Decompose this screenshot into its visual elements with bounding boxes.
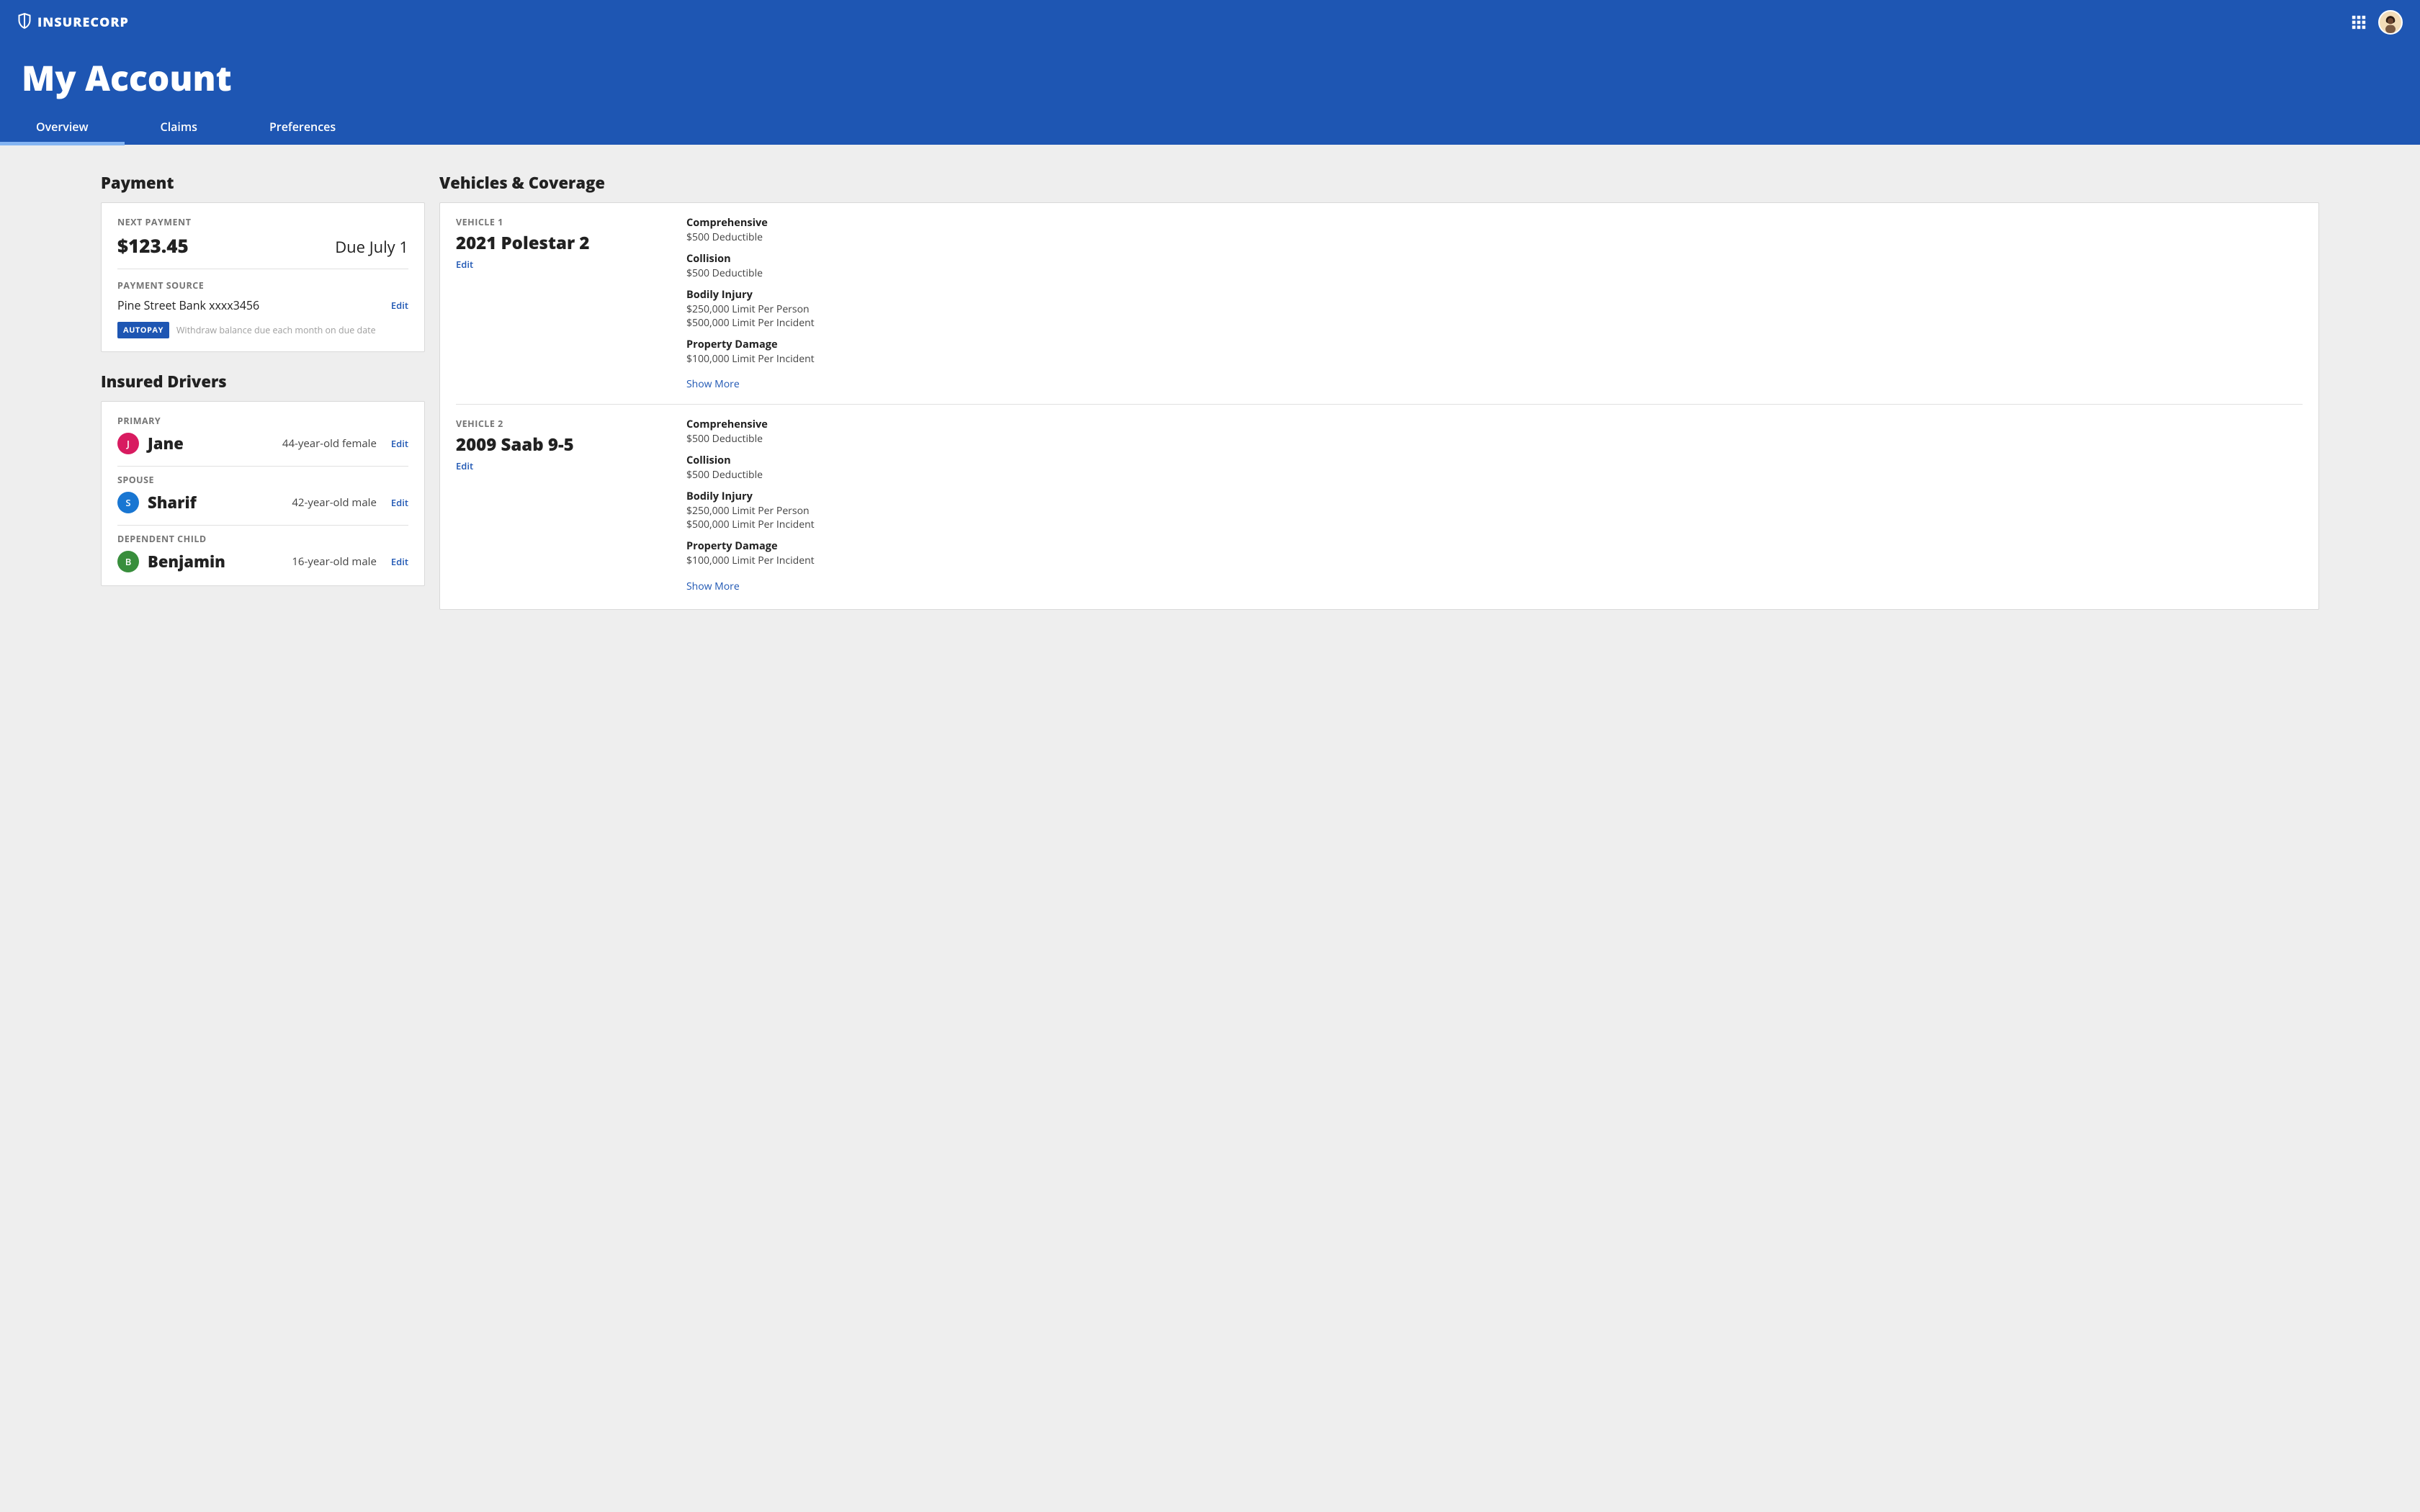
app-header: INSURECORP My Account Overview — [0, 0, 2420, 145]
vehicles-section-title: Vehicles & Coverage — [439, 172, 2319, 194]
driver-block: DEPENDENT CHILD B Benjamin 16-year-old m… — [117, 526, 408, 572]
coverage-detail: $100,000 Limit Per Incident — [686, 353, 2303, 366]
driver-role: SPOUSE — [117, 474, 408, 486]
main-content: Payment NEXT PAYMENT $123.45 Due July 1 … — [0, 145, 2420, 637]
shield-logo-icon — [17, 12, 32, 33]
vehicle-name: 2021 Polestar 2 — [456, 231, 665, 255]
coverage-item: Property Damage $100,000 Limit Per Incid… — [686, 539, 2303, 568]
payment-amount: $123.45 — [117, 233, 189, 258]
driver-name: Jane — [148, 433, 184, 454]
next-payment-label: NEXT PAYMENT — [117, 216, 408, 228]
payment-section-title: Payment — [101, 172, 425, 194]
vehicle-label: VEHICLE 2 — [456, 418, 665, 430]
vehicle-block: VEHICLE 1 2021 Polestar 2 Edit Comprehen… — [456, 216, 2303, 405]
driver-role: PRIMARY — [117, 415, 408, 427]
driver-name: Sharif — [148, 492, 197, 513]
coverage-item: Comprehensive $500 Deductible — [686, 418, 2303, 446]
driver-avatar-initial: S — [117, 492, 139, 513]
driver-block: SPOUSE S Sharif 42-year-old male Edit — [117, 467, 408, 526]
edit-driver-link[interactable]: Edit — [391, 437, 408, 450]
drivers-section-title: Insured Drivers — [101, 371, 425, 392]
right-column: Vehicles & Coverage VEHICLE 1 2021 Poles… — [439, 172, 2319, 610]
coverage-title: Bodily Injury — [686, 490, 2303, 503]
tab-claims[interactable]: Claims — [125, 109, 233, 145]
drivers-section: Insured Drivers PRIMARY J Jane 44-year-o… — [101, 371, 425, 586]
payment-source-label: PAYMENT SOURCE — [117, 279, 408, 292]
brand[interactable]: INSURECORP — [17, 12, 129, 33]
brand-text: INSURECORP — [37, 14, 129, 31]
coverage-detail: $500 Deductible — [686, 267, 2303, 281]
driver-avatar-initial: B — [117, 551, 139, 572]
avatar[interactable] — [2378, 10, 2403, 35]
coverage-detail: $250,000 Limit Per Person$500,000 Limit … — [686, 505, 2303, 532]
coverage-item: Comprehensive $500 Deductible — [686, 216, 2303, 245]
edit-vehicle-link[interactable]: Edit — [456, 459, 473, 472]
coverage-detail: $500 Deductible — [686, 231, 2303, 245]
page-title: My Account — [0, 39, 2420, 109]
autopay-description: Withdraw balance due each month on due d… — [176, 324, 376, 336]
apps-grid-icon[interactable] — [2351, 14, 2367, 30]
coverage-title: Comprehensive — [686, 216, 2303, 230]
topbar: INSURECORP — [0, 0, 2420, 39]
edit-payment-source-link[interactable]: Edit — [391, 299, 408, 312]
coverage-title: Property Damage — [686, 539, 2303, 553]
tabs: Overview Claims Preferences — [0, 109, 2420, 145]
tab-overview[interactable]: Overview — [0, 109, 125, 145]
coverage-item: Collision $500 Deductible — [686, 454, 2303, 482]
coverage-title: Collision — [686, 454, 2303, 467]
coverage-detail: $250,000 Limit Per Person$500,000 Limit … — [686, 303, 2303, 330]
coverage-title: Collision — [686, 252, 2303, 266]
show-more-coverage-link[interactable]: Show More — [686, 377, 740, 391]
driver-role: DEPENDENT CHILD — [117, 533, 408, 545]
driver-name: Benjamin — [148, 551, 225, 572]
drivers-card: PRIMARY J Jane 44-year-old female Edit S… — [101, 401, 425, 586]
vehicles-section: Vehicles & Coverage VEHICLE 1 2021 Poles… — [439, 172, 2319, 610]
coverage-detail: $500 Deductible — [686, 433, 2303, 446]
left-column: Payment NEXT PAYMENT $123.45 Due July 1 … — [101, 172, 425, 586]
coverage-item: Bodily Injury $250,000 Limit Per Person$… — [686, 490, 2303, 532]
coverage-item: Property Damage $100,000 Limit Per Incid… — [686, 338, 2303, 366]
coverage-title: Property Damage — [686, 338, 2303, 351]
driver-description: 16-year-old male — [292, 554, 377, 569]
payment-section: Payment NEXT PAYMENT $123.45 Due July 1 … — [101, 172, 425, 352]
payment-source: Pine Street Bank xxxx3456 — [117, 297, 259, 313]
driver-description: 44-year-old female — [282, 436, 377, 451]
edit-driver-link[interactable]: Edit — [391, 555, 408, 568]
payment-card: NEXT PAYMENT $123.45 Due July 1 PAYMENT … — [101, 202, 425, 352]
edit-vehicle-link[interactable]: Edit — [456, 258, 473, 271]
edit-driver-link[interactable]: Edit — [391, 496, 408, 509]
driver-avatar-initial: J — [117, 433, 139, 454]
autopay-badge: AUTOPAY — [117, 322, 169, 338]
vehicles-card: VEHICLE 1 2021 Polestar 2 Edit Comprehen… — [439, 202, 2319, 610]
coverage-detail: $100,000 Limit Per Incident — [686, 554, 2303, 568]
coverage-title: Bodily Injury — [686, 288, 2303, 302]
vehicle-name: 2009 Saab 9-5 — [456, 433, 665, 456]
payment-due: Due July 1 — [335, 236, 408, 258]
coverage-item: Bodily Injury $250,000 Limit Per Person$… — [686, 288, 2303, 330]
coverage-item: Collision $500 Deductible — [686, 252, 2303, 281]
topbar-right — [2351, 10, 2403, 35]
show-more-coverage-link[interactable]: Show More — [686, 580, 740, 593]
coverage-title: Comprehensive — [686, 418, 2303, 431]
vehicle-label: VEHICLE 1 — [456, 216, 665, 228]
coverage-detail: $500 Deductible — [686, 469, 2303, 482]
vehicle-block: VEHICLE 2 2009 Saab 9-5 Edit Comprehensi… — [456, 405, 2303, 595]
tab-preferences[interactable]: Preferences — [233, 109, 372, 145]
driver-description: 42-year-old male — [292, 495, 377, 510]
driver-block: PRIMARY J Jane 44-year-old female Edit — [117, 415, 408, 467]
